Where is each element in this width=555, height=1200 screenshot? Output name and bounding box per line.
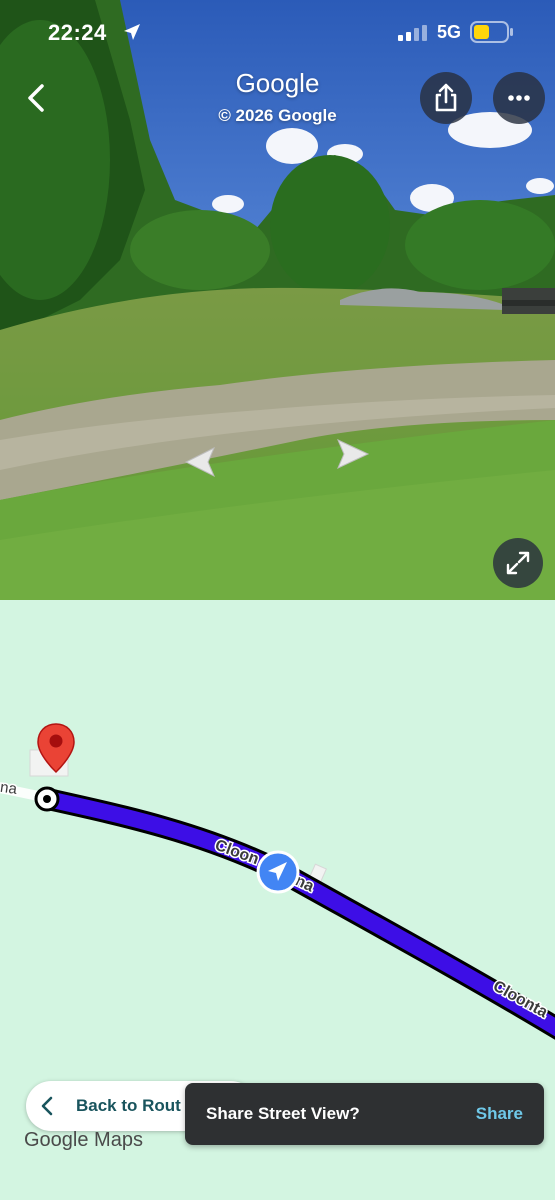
route-line <box>37 788 555 1040</box>
network-type: 5G <box>437 22 462 42</box>
status-bar: 22:24 5G <box>0 0 555 66</box>
share-button[interactable] <box>420 72 472 124</box>
status-time: 22:24 <box>48 20 107 45</box>
more-dots-icon <box>508 95 530 101</box>
street-view-copyright: © 2026 Google <box>218 106 337 125</box>
expand-button[interactable] <box>493 538 543 588</box>
share-icon <box>435 83 457 112</box>
back-to-route-label: Back to Rout <box>76 1096 181 1115</box>
road-label-left: na <box>0 779 19 798</box>
battery-icon <box>470 21 514 48</box>
navigation-arrow-icon <box>256 850 300 894</box>
chevron-left-icon <box>40 1096 54 1121</box>
signal-icon <box>398 25 428 46</box>
toast-share-button[interactable]: Share <box>476 1104 523 1124</box>
chevron-right-icon <box>337 438 370 470</box>
street-view-panorama[interactable]: 22:24 5G Google © 2026 Google <box>0 0 555 600</box>
location-arrow-icon <box>122 22 142 47</box>
route-start-marker[interactable] <box>34 786 60 812</box>
more-options-button[interactable] <box>493 72 545 124</box>
street-view-left-arrow[interactable] <box>178 444 218 485</box>
street-view-right-arrow[interactable] <box>334 436 374 477</box>
google-maps-logo: Google Maps <box>24 1129 143 1151</box>
chevron-left-icon <box>184 446 215 478</box>
toast-message: Share Street View? <box>206 1104 360 1123</box>
share-street-view-toast: Share Street View? Share <box>185 1083 544 1145</box>
expand-icon <box>506 551 530 575</box>
